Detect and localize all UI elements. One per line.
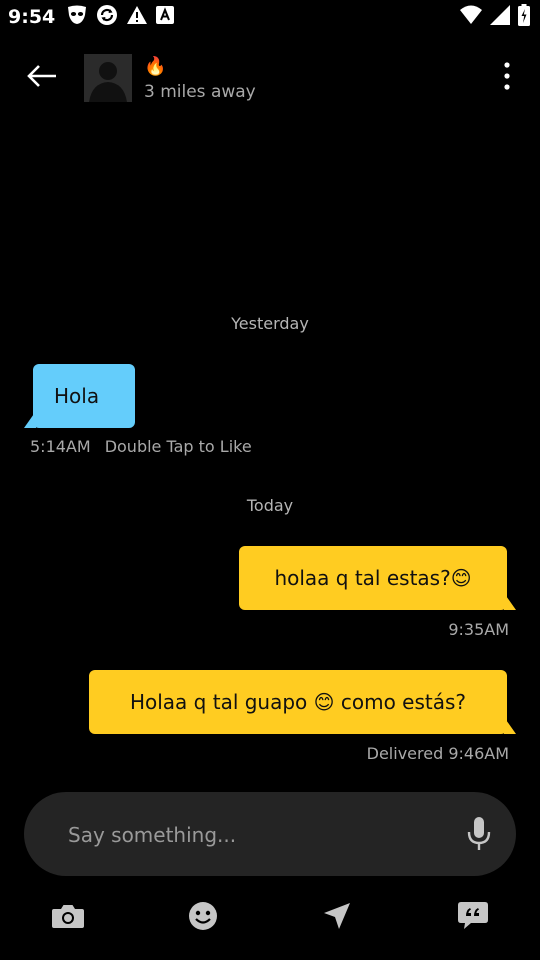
wifi-icon	[460, 5, 482, 29]
back-button[interactable]	[24, 62, 60, 94]
signal-icon	[490, 5, 510, 29]
share-location-button[interactable]	[317, 900, 357, 936]
more-options-button[interactable]	[496, 62, 518, 94]
more-vertical-icon	[504, 62, 510, 94]
camera-button[interactable]	[48, 900, 88, 936]
message-time: 5:14AM	[30, 437, 91, 456]
status-right-icons	[460, 4, 530, 30]
profile-emoji: 🔥	[144, 56, 167, 77]
battery-icon	[518, 4, 530, 30]
camera-icon	[51, 903, 85, 933]
message-status: 9:35AM	[448, 620, 509, 639]
date-separator: Yesterday	[231, 314, 309, 333]
status-left-icons	[66, 4, 174, 30]
arrow-left-icon	[26, 64, 58, 92]
distance-label: 3 miles away	[144, 82, 256, 102]
outgoing-message-bubble[interactable]: Holaa q tal guapo 😊 como estás?	[89, 670, 507, 734]
incoming-message-bubble[interactable]: Hola	[33, 364, 135, 428]
status-time: 9:54	[8, 6, 56, 28]
message-text: holaa q tal estas?😊	[274, 566, 472, 590]
composer	[24, 792, 516, 878]
default-avatar-silhouette	[84, 54, 132, 102]
double-tap-like-hint: Double Tap to Like	[104, 437, 252, 456]
location-arrow-icon	[322, 901, 352, 935]
outgoing-message-bubble[interactable]: holaa q tal estas?😊	[239, 546, 507, 610]
date-separator: Today	[246, 496, 294, 515]
warning-icon	[126, 5, 148, 29]
saved-phrases-icon	[457, 901, 489, 935]
avatar[interactable]	[84, 54, 132, 102]
message-text: Hola	[54, 384, 100, 408]
microphone-icon[interactable]	[466, 816, 492, 852]
grindr-mask-icon	[66, 5, 88, 29]
emoji-button[interactable]	[183, 900, 223, 936]
font-a-icon	[156, 6, 174, 28]
message-text: Holaa q tal guapo 😊 como estás?	[129, 690, 467, 714]
message-input[interactable]	[66, 792, 450, 878]
message-meta: 5:14AM Double Tap to Like	[30, 437, 252, 456]
saved-phrases-button[interactable]	[453, 900, 493, 936]
emoji-face-icon	[188, 901, 218, 935]
message-status: Delivered 9:46AM	[366, 744, 509, 763]
sync-icon	[96, 4, 118, 30]
